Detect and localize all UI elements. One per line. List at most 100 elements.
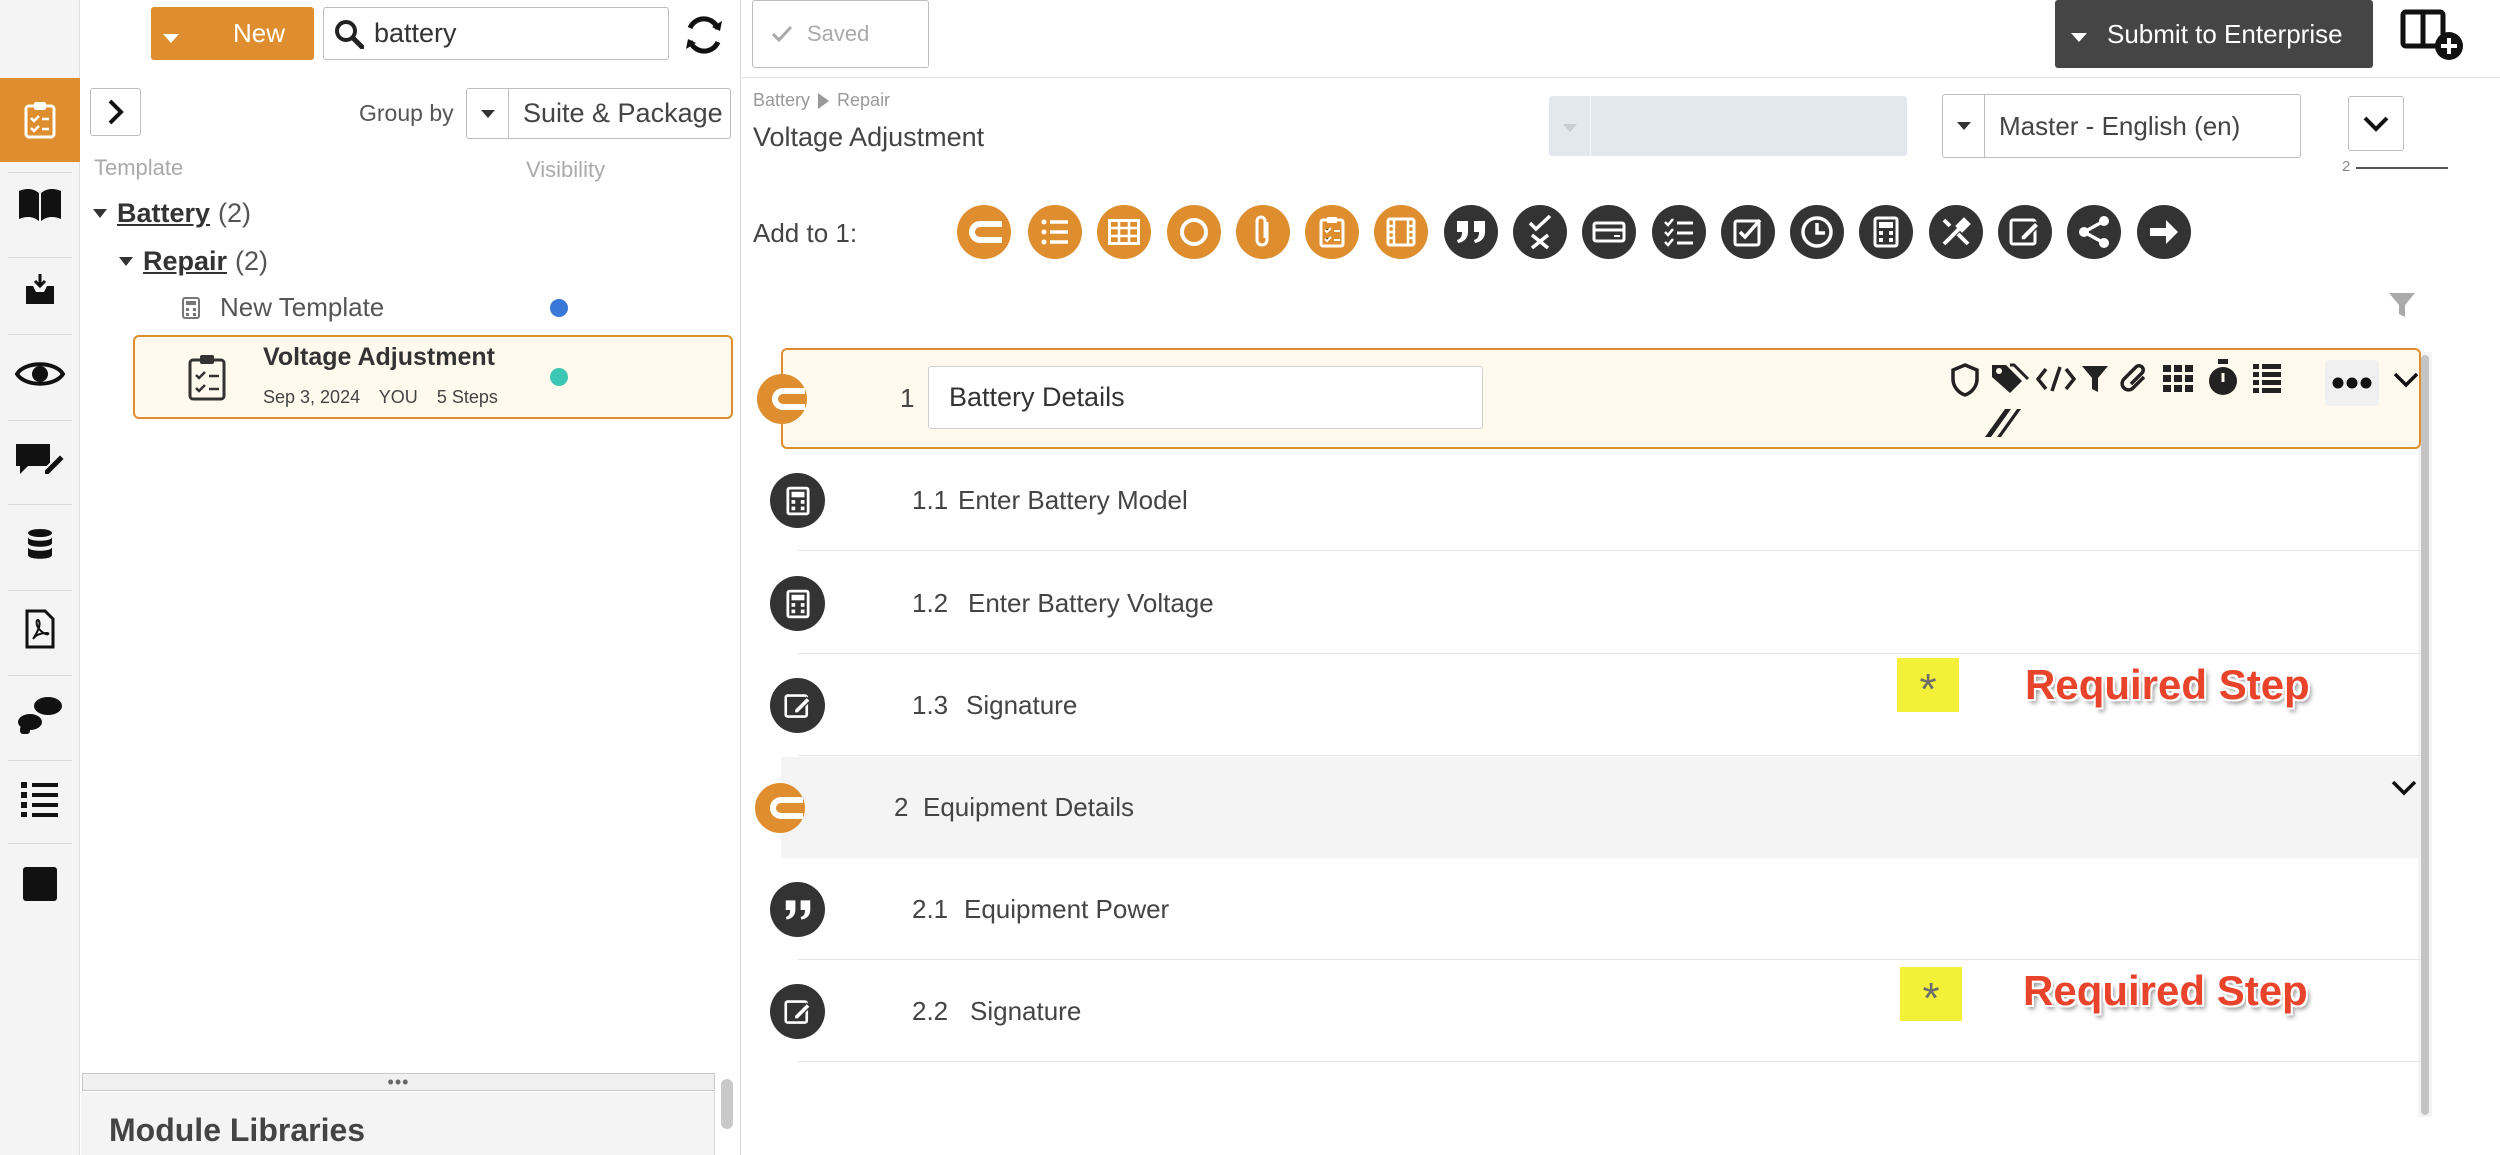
template-search-input[interactable]: battery: [323, 7, 669, 60]
style-button[interactable]: [1983, 407, 2023, 439]
steps-scrollbar[interactable]: [2421, 355, 2429, 1115]
tree-node-repair[interactable]: Repair (2): [119, 246, 268, 277]
nav-inbox[interactable]: [0, 248, 80, 332]
add-circle-step-button[interactable]: [1167, 205, 1221, 259]
breadcrumb-item[interactable]: Battery: [753, 90, 810, 111]
required-step-label: Required Step: [2023, 967, 2308, 1014]
tree-node-new-template[interactable]: New Template: [182, 292, 384, 323]
filter-icon: [2389, 293, 2415, 317]
signature-icon: [783, 693, 811, 718]
step-number: 1.2: [912, 588, 949, 618]
template-editor: Saved Submit to Enterprise Battery Repai…: [742, 0, 2500, 1155]
nav-view[interactable]: [0, 332, 80, 416]
add-signature-step-button[interactable]: [1998, 205, 2052, 259]
more-dots-icon: [2332, 377, 2372, 389]
nav-data[interactable]: [0, 503, 80, 587]
add-to-label: Add to 1:: [753, 218, 858, 248]
column-header-visibility: Visibility: [526, 157, 606, 182]
template-owner: YOU: [378, 387, 418, 407]
code-button[interactable]: [2036, 365, 2076, 393]
section-number: 1: [900, 383, 915, 413]
calculator-icon: [785, 589, 810, 618]
expand-panel-button[interactable]: [90, 88, 141, 136]
chevron-down-icon: [1563, 124, 1577, 132]
section-title: Battery Details: [949, 382, 1125, 412]
tools-icon: [1942, 217, 1971, 246]
section-collapse-button[interactable]: [2393, 372, 2419, 388]
step-number: 1.3: [912, 690, 949, 720]
add-share-step-button[interactable]: [2067, 205, 2121, 259]
refresh-button[interactable]: [679, 10, 729, 60]
step-row[interactable]: 2.1 Equipment Power: [770, 859, 2421, 960]
filter-step-button[interactable]: [2080, 363, 2110, 395]
module-libraries-header[interactable]: Module Libraries: [81, 1092, 715, 1155]
step-row[interactable]: 1.3 Signature * Required Step: [770, 655, 2421, 756]
add-goto-step-button[interactable]: [2137, 205, 2191, 259]
section-row[interactable]: 1 Battery Details: [757, 348, 2421, 449]
step-row[interactable]: 2.2 Signature * Required Step: [770, 961, 2421, 1062]
add-tools-step-button[interactable]: [1929, 205, 1983, 259]
step-row[interactable]: 1.1 Enter Battery Model: [770, 450, 2421, 551]
add-card-step-button[interactable]: [1582, 205, 1636, 259]
attach-button[interactable]: [2120, 363, 2150, 395]
new-template-button[interactable]: New: [151, 7, 314, 60]
tree-node-label[interactable]: Repair: [143, 246, 227, 277]
add-checklist-step-button[interactable]: [1652, 205, 1706, 259]
filter-button[interactable]: [2387, 290, 2417, 325]
data-button[interactable]: [2253, 364, 2281, 394]
add-quote-step-button[interactable]: [1444, 205, 1498, 259]
arrow-right-icon: [2150, 220, 2178, 244]
section-title-input[interactable]: Battery Details: [928, 366, 1483, 429]
add-attachment-step-button[interactable]: [1236, 205, 1290, 259]
panel-scrollbar[interactable]: [721, 1079, 733, 1129]
module-libraries-label: Module Libraries: [109, 1112, 366, 1148]
panel-resize-handle[interactable]: •••: [82, 1072, 715, 1092]
add-panel-button[interactable]: [2399, 8, 2465, 64]
section-collapse-button[interactable]: [2391, 780, 2417, 796]
step-row[interactable]: 1.2 Enter Battery Voltage: [770, 553, 2421, 654]
step-title: Signature: [970, 996, 1082, 1026]
collapse-all-button[interactable]: [2348, 96, 2404, 151]
section-row[interactable]: 2 Equipment Details: [755, 757, 2421, 858]
nav-steps[interactable]: [0, 672, 80, 756]
language-select[interactable]: Master - English (en): [1942, 94, 2301, 158]
selected-template-item[interactable]: Voltage Adjustment Sep 3, 2024 YOU 5 Ste…: [133, 335, 733, 419]
permissions-button[interactable]: [1950, 363, 1980, 397]
add-list-step-button[interactable]: [1028, 205, 1082, 259]
nav-library[interactable]: [0, 163, 80, 247]
nav-lists[interactable]: [0, 757, 80, 841]
tree-node-label: New Template: [220, 292, 385, 322]
list-icon: [1041, 219, 1068, 245]
nav-feedback[interactable]: [0, 418, 80, 502]
breadcrumb-item[interactable]: Repair: [837, 90, 890, 111]
submit-to-enterprise-button[interactable]: Submit to Enterprise: [2055, 0, 2373, 68]
add-clipboard-step-button[interactable]: [1305, 205, 1359, 259]
add-calculation-step-button[interactable]: [1859, 205, 1913, 259]
tree-node-count: (2): [218, 198, 252, 228]
add-checkbox-step-button[interactable]: [1721, 205, 1775, 259]
add-media-step-button[interactable]: [1374, 205, 1428, 259]
nav-other[interactable]: [0, 842, 80, 926]
more-options-button[interactable]: [2325, 360, 2379, 406]
grid-button[interactable]: [2163, 365, 2193, 393]
disabled-select: [1549, 96, 1907, 156]
footsteps-icon: [18, 697, 62, 734]
timer-button[interactable]: [2207, 359, 2239, 397]
chevron-down-icon: [1956, 122, 1971, 130]
required-star-icon: *: [1919, 665, 1937, 714]
add-pass-fail-step-button[interactable]: [1513, 205, 1567, 259]
nav-templates[interactable]: [0, 78, 80, 162]
database-icon: [28, 529, 52, 559]
add-table-step-button[interactable]: [1097, 205, 1151, 259]
tree-node-battery[interactable]: Battery (2): [93, 198, 251, 229]
nav-pdf[interactable]: [0, 587, 80, 671]
add-section-button[interactable]: [957, 205, 1011, 259]
tags-button[interactable]: [1990, 361, 2030, 397]
add-time-step-button[interactable]: [1790, 205, 1844, 259]
group-by-select[interactable]: Suite & Package: [466, 88, 731, 139]
calculator-icon: [1873, 216, 1899, 248]
check-icon: [771, 25, 793, 43]
tree-node-label[interactable]: Battery: [117, 198, 210, 229]
saved-button[interactable]: Saved: [752, 0, 929, 68]
visibility-dot: [550, 368, 568, 386]
